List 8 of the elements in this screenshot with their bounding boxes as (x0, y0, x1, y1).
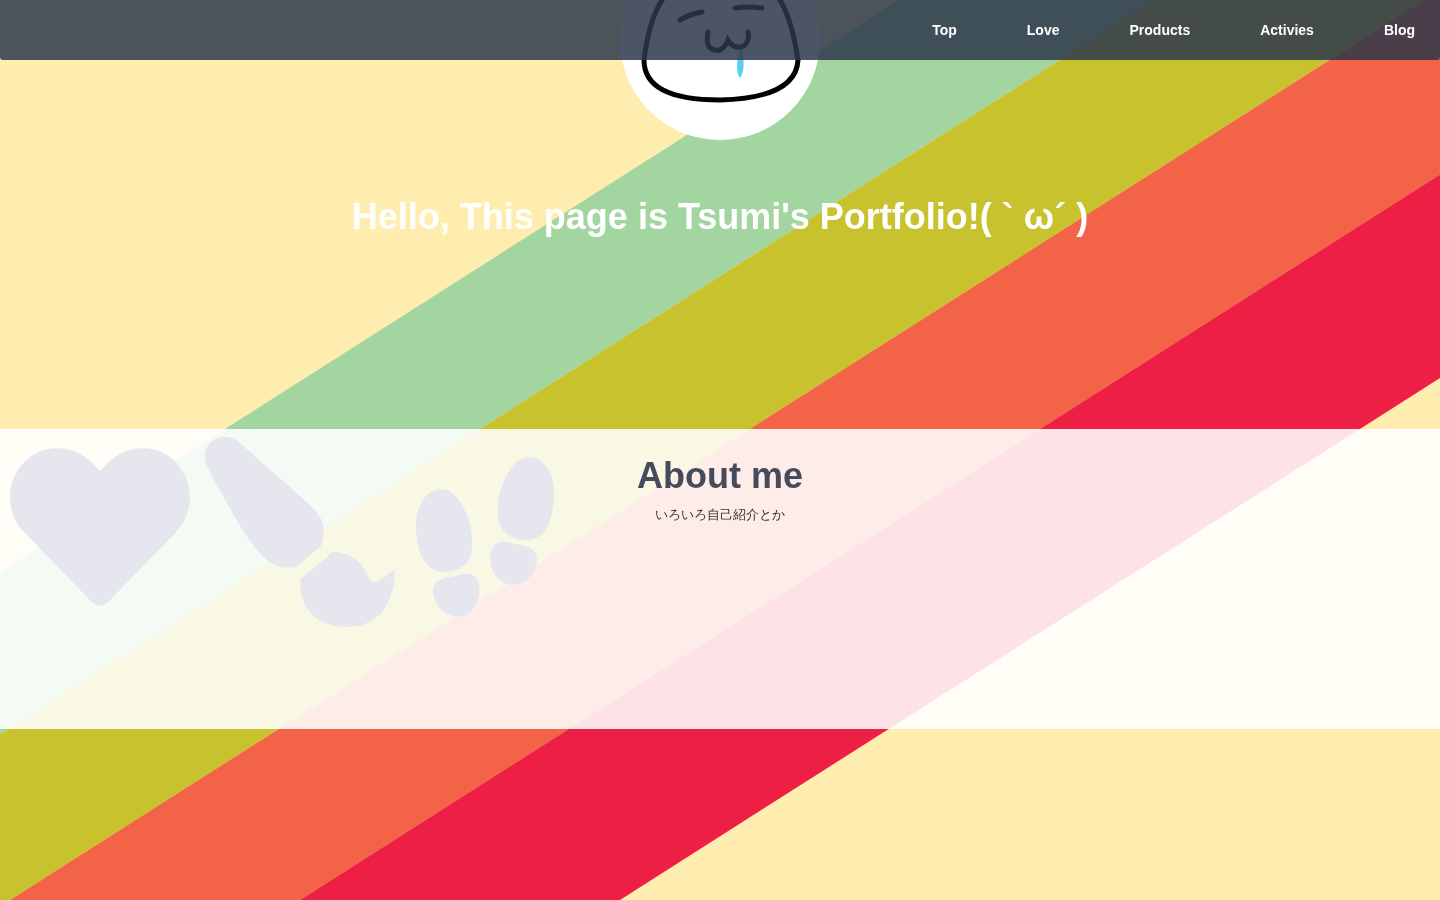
section-title: About me (637, 454, 803, 498)
section-subtitle: いろいろ自己紹介とか (655, 506, 785, 524)
hero-title: Hello, This page is Tsumi's Portfolio!( ` ω´ ) (351, 195, 1089, 239)
nav-link[interactable]: Products (1119, 19, 1201, 41)
nav-link[interactable]: Love (1016, 19, 1070, 41)
nav-link[interactable]: Blog (1373, 19, 1425, 41)
nav-link[interactable]: Top (922, 19, 967, 41)
nav-link[interactable]: Activies (1250, 19, 1324, 41)
